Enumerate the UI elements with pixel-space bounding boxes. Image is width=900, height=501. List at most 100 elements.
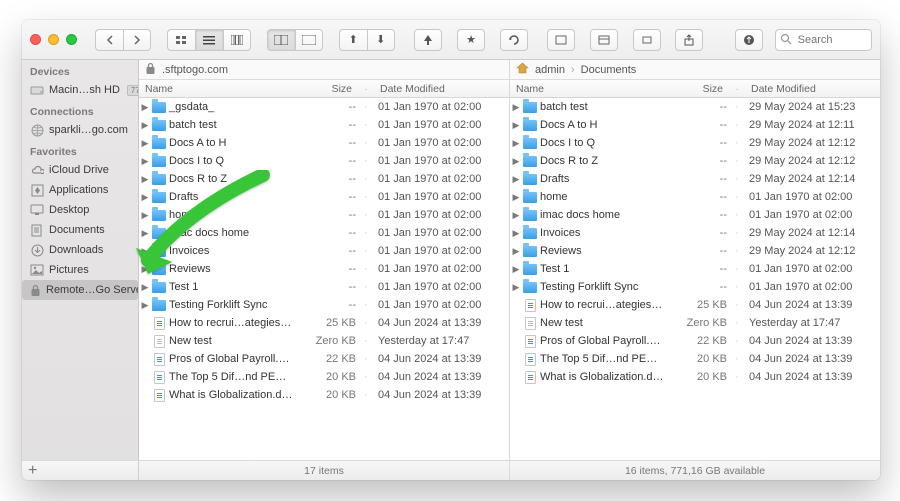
sidebar-item-pictures[interactable]: Pictures (22, 260, 138, 280)
disclosure-triangle[interactable]: ▶ (139, 300, 151, 311)
list-item[interactable]: How to recrui…ategies..docx25 KB·04 Jun … (510, 296, 880, 314)
icon-view-button[interactable] (167, 29, 195, 51)
disclosure-triangle[interactable]: ▶ (139, 156, 151, 167)
disclosure-triangle[interactable]: ▶ (510, 192, 522, 203)
col-date[interactable]: Date Modified (745, 80, 880, 97)
action-button[interactable] (414, 29, 442, 51)
list-item[interactable]: ▶Invoices--·01 Jan 1970 at 02:00 (139, 242, 509, 260)
disclosure-triangle[interactable]: ▶ (510, 228, 522, 239)
single-pane-button[interactable] (295, 29, 323, 51)
col-name[interactable]: Name (139, 80, 294, 97)
disclosure-triangle[interactable]: ▶ (139, 264, 151, 275)
col-name[interactable]: Name (510, 80, 665, 97)
share-button[interactable] (675, 29, 703, 51)
list-view-button[interactable] (195, 29, 223, 51)
sidebar-item-downloads[interactable]: Downloads (22, 240, 138, 260)
disclosure-triangle[interactable]: ▶ (139, 192, 151, 203)
list-item[interactable]: ▶imac docs home--·01 Jan 1970 at 02:00 (510, 206, 880, 224)
tool-3-button[interactable] (633, 29, 661, 51)
list-item[interactable]: ▶batch test--·29 May 2024 at 15:23 (510, 98, 880, 116)
list-item[interactable]: ▶Test 1--·01 Jan 1970 at 02:00 (139, 278, 509, 296)
list-item[interactable]: ▶Docs A to H--·01 Jan 1970 at 02:00 (139, 134, 509, 152)
list-item[interactable]: ▶home--·01 Jan 1970 at 02:00 (139, 206, 509, 224)
close-window-button[interactable] (30, 34, 41, 45)
disclosure-triangle[interactable]: ▶ (510, 174, 522, 185)
disclosure-triangle[interactable]: ▶ (510, 156, 522, 167)
list-item[interactable]: ▶home--·01 Jan 1970 at 02:00 (510, 188, 880, 206)
list-item[interactable]: The Top 5 Dif…nd PEO.docx20 KB·04 Jun 20… (510, 350, 880, 368)
list-item[interactable]: What is Globalization.docx20 KB·04 Jun 2… (139, 386, 509, 404)
sidebar-item-sparkli[interactable]: sparkli…go.com (22, 120, 138, 140)
list-item[interactable]: ▶Docs A to H--·29 May 2024 at 12:11 (510, 116, 880, 134)
activity-button[interactable] (735, 29, 763, 51)
list-item[interactable]: ▶Reviews--·01 Jan 1970 at 02:00 (139, 260, 509, 278)
list-item[interactable]: ▶Drafts--·01 Jan 1970 at 02:00 (139, 188, 509, 206)
list-item[interactable]: ▶Docs R to Z--·01 Jan 1970 at 02:00 (139, 170, 509, 188)
path-bar[interactable]: admin›Documents (510, 60, 880, 80)
list-item[interactable]: ▶Docs I to Q--·29 May 2024 at 12:12 (510, 134, 880, 152)
sidebar-item-icloud[interactable]: iCloud Drive (22, 160, 138, 180)
list-item[interactable]: How to recrui…ategies..docx25 KB·04 Jun … (139, 314, 509, 332)
sidebar-item-apps[interactable]: Applications (22, 180, 138, 200)
column-view-button[interactable] (223, 29, 251, 51)
search-field[interactable] (775, 29, 872, 51)
list-item[interactable]: ▶imac docs home--·01 Jan 1970 at 02:00 (139, 224, 509, 242)
sidebar-item-desktop[interactable]: Desktop (22, 200, 138, 220)
file-list[interactable]: ▶_gsdata_--·01 Jan 1970 at 02:00▶batch t… (139, 98, 509, 460)
sidebar-item-remote[interactable]: Remote…Go Server (22, 280, 138, 300)
minimize-window-button[interactable] (48, 34, 59, 45)
sidebar-item-hd[interactable]: Macin…sh HD771 GB (22, 80, 138, 100)
dual-pane-button[interactable] (267, 29, 295, 51)
file-list[interactable]: ▶batch test--·29 May 2024 at 15:23▶Docs … (510, 98, 880, 460)
list-item[interactable]: ▶Test 1--·01 Jan 1970 at 02:00 (510, 260, 880, 278)
col-size[interactable]: Size (665, 80, 729, 97)
list-item[interactable]: ▶Testing Forklift Sync--·01 Jan 1970 at … (510, 278, 880, 296)
list-item[interactable]: ▶Invoices--·29 May 2024 at 12:14 (510, 224, 880, 242)
list-item[interactable]: The Top 5 Dif…nd PEO.docx20 KB·04 Jun 20… (139, 368, 509, 386)
disclosure-triangle[interactable]: ▶ (139, 120, 151, 131)
disclosure-triangle[interactable]: ▶ (510, 282, 522, 293)
list-item[interactable]: ▶Reviews--·29 May 2024 at 12:12 (510, 242, 880, 260)
back-button[interactable] (95, 29, 123, 51)
forward-button[interactable] (123, 29, 151, 51)
disclosure-triangle[interactable]: ▶ (510, 210, 522, 221)
list-item[interactable]: What is Globalization.docx20 KB·04 Jun 2… (510, 368, 880, 386)
status-add-favorite[interactable]: + (22, 461, 139, 480)
disclosure-triangle[interactable]: ▶ (510, 138, 522, 149)
sort-asc-button[interactable]: ⬆ (339, 29, 367, 51)
list-item[interactable]: ▶_gsdata_--·01 Jan 1970 at 02:00 (139, 98, 509, 116)
disclosure-triangle[interactable]: ▶ (510, 120, 522, 131)
list-item[interactable]: ▶Docs R to Z--·29 May 2024 at 12:12 (510, 152, 880, 170)
disclosure-triangle[interactable]: ▶ (139, 174, 151, 185)
disclosure-triangle[interactable]: ▶ (139, 246, 151, 257)
list-item[interactable]: New testZero KB·Yesterday at 17:47 (510, 314, 880, 332)
favorite-button[interactable]: ★ (457, 29, 485, 51)
zoom-window-button[interactable] (66, 34, 77, 45)
disclosure-triangle[interactable]: ▶ (139, 138, 151, 149)
column-headers[interactable]: NameSize·Date Modified (510, 80, 880, 98)
column-headers[interactable]: NameSize·Date Modified (139, 80, 509, 98)
sort-desc-button[interactable]: ⬇ (367, 29, 395, 51)
col-date[interactable]: Date Modified (374, 80, 509, 97)
tool-1-button[interactable] (547, 29, 575, 51)
breadcrumb[interactable]: admin (535, 64, 565, 76)
disclosure-triangle[interactable]: ▶ (139, 282, 151, 293)
list-item[interactable]: ▶Testing Forklift Sync--·01 Jan 1970 at … (139, 296, 509, 314)
path-bar[interactable]: .sftptogo.com (139, 60, 509, 80)
list-item[interactable]: ▶batch test--·01 Jan 1970 at 02:00 (139, 116, 509, 134)
list-item[interactable]: Pros of Global Payroll.docx22 KB·04 Jun … (139, 350, 509, 368)
disclosure-triangle[interactable]: ▶ (139, 210, 151, 221)
list-item[interactable]: Pros of Global Payroll.docx22 KB·04 Jun … (510, 332, 880, 350)
list-item[interactable]: ▶Docs I to Q--·01 Jan 1970 at 02:00 (139, 152, 509, 170)
disclosure-triangle[interactable]: ▶ (510, 264, 522, 275)
list-item[interactable]: ▶Drafts--·29 May 2024 at 12:14 (510, 170, 880, 188)
disclosure-triangle[interactable]: ▶ (510, 246, 522, 257)
col-size[interactable]: Size (294, 80, 358, 97)
tool-2-button[interactable] (590, 29, 618, 51)
breadcrumb[interactable]: Documents (581, 64, 637, 76)
breadcrumb[interactable]: .sftptogo.com (162, 64, 228, 76)
sync-button[interactable] (500, 29, 528, 51)
sidebar-item-documents[interactable]: Documents (22, 220, 138, 240)
disclosure-triangle[interactable]: ▶ (510, 102, 522, 113)
disclosure-triangle[interactable]: ▶ (139, 228, 151, 239)
